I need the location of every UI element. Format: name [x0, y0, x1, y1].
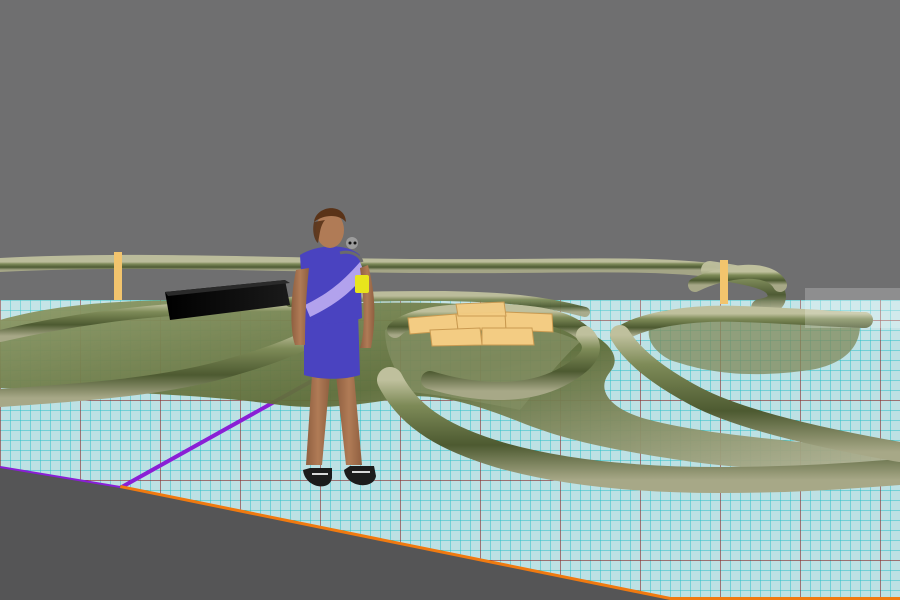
scene-render[interactable]	[0, 0, 900, 600]
glass-panel	[805, 288, 900, 328]
3d-viewport[interactable]	[0, 0, 900, 600]
